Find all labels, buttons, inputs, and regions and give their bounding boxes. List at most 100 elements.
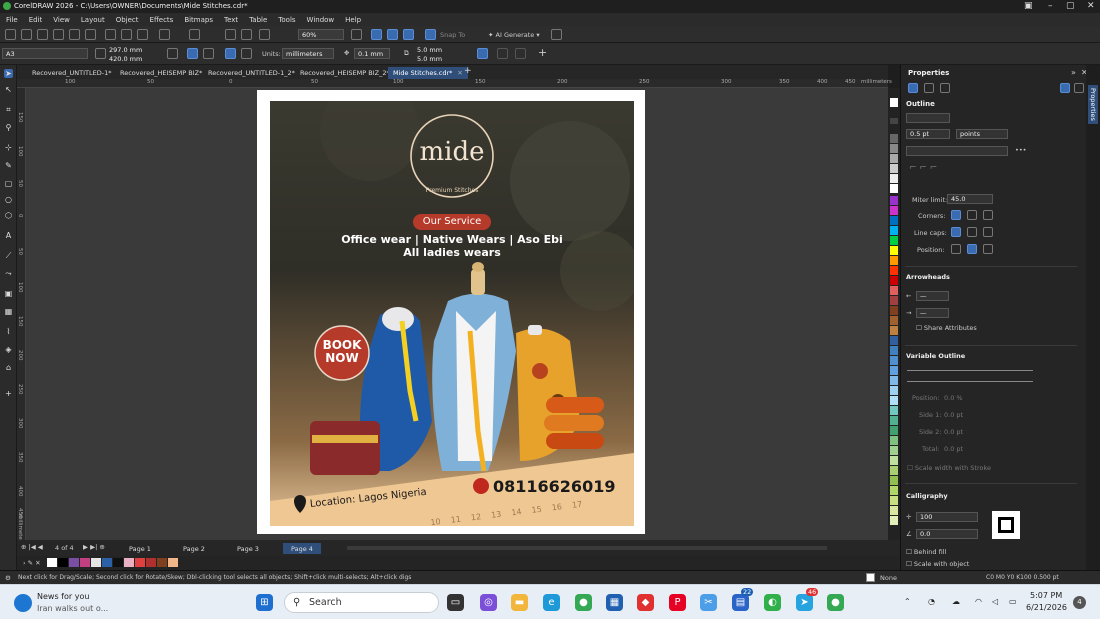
snap-to-dropdown[interactable]: Snap To [440,31,465,39]
add-icon[interactable]: + [538,46,547,59]
eyedropper-tool-icon[interactable]: ⌇ [4,327,13,336]
doc-palette-swatch[interactable] [124,558,134,567]
landscape-icon[interactable] [225,48,236,59]
properties-docker-tab[interactable]: Properties [1088,85,1098,124]
show-grid-icon[interactable] [387,29,398,40]
doc-palette-swatch[interactable] [91,558,101,567]
units-dropdown[interactable]: millimeters [282,48,334,59]
drawing-canvas[interactable]: mide Premium Stitches Our Service Office… [26,88,888,540]
miter-limit-field[interactable]: 45.0 [947,194,993,204]
page-layout-icon[interactable] [241,48,252,59]
connector-tool-icon[interactable]: ⤳ [4,269,13,278]
publish-pdf-icon[interactable] [259,29,270,40]
swatch[interactable] [890,336,898,345]
swatch[interactable] [890,406,898,415]
start-button-icon[interactable]: ⊞ [256,594,273,611]
doc-palette-swatch[interactable] [102,558,112,567]
page-tab-2[interactable]: Page 2 [175,543,213,554]
swatch-white[interactable] [890,98,898,107]
chrome-profile-icon[interactable]: ● [827,594,844,611]
news-widget-icon[interactable] [14,594,32,612]
rectangle-tool-icon[interactable]: ▢ [4,179,13,188]
close-button[interactable]: ✕ [1087,1,1095,11]
clock-time[interactable]: 5:07 PM [1030,591,1062,600]
full-screen-icon[interactable] [351,29,362,40]
taskbar-search[interactable]: Search [284,592,439,613]
tray-app-icon[interactable]: ◔ [928,597,935,606]
all-pages-icon[interactable] [187,48,198,59]
bevel-corner-icon[interactable] [983,210,993,220]
menu-table[interactable]: Table [249,16,267,24]
swatch[interactable] [890,476,898,485]
settings-icon[interactable]: ⚙ [5,574,11,582]
ellipse-tool-icon[interactable]: ○ [4,195,13,204]
transparency-icon[interactable] [940,83,950,93]
copy-icon[interactable] [121,29,132,40]
export-icon[interactable] [241,29,252,40]
polygon-tool-icon[interactable]: ⬡ [4,211,13,220]
page-nav-next[interactable]: ▶ ▶| ⊕ [83,543,105,551]
doc-palette-swatch[interactable] [146,558,156,567]
duplicate-y-field[interactable]: 5.0 mm [414,54,452,63]
swatch[interactable] [890,506,898,515]
paste-icon[interactable] [137,29,148,40]
fill-icon[interactable] [924,83,934,93]
vertical-ruler[interactable]: 150 100 50 0 50 100 150 200 250 300 350 … [17,88,26,545]
show-rulers-icon[interactable] [371,29,382,40]
telegram-icon[interactable]: ➤ [796,594,813,611]
swatch[interactable] [890,346,898,355]
outline-pen-icon[interactable] [908,83,918,93]
treat-as-filled-icon[interactable] [477,48,488,59]
new-tab-button[interactable]: + [460,66,476,78]
ai-generate-button[interactable]: ✦ AI Generate ▾ [488,31,540,39]
swatch[interactable] [890,174,898,183]
swatch[interactable] [890,446,898,455]
redo-icon[interactable] [189,29,200,40]
current-page-icon[interactable] [203,48,214,59]
menu-file[interactable]: File [6,16,18,24]
swatch[interactable] [890,246,898,255]
parallel-dimension-tool-icon[interactable]: ⟋ [4,251,13,260]
show-guidelines-icon[interactable] [403,29,414,40]
pan-tool-icon[interactable]: ⊹ [4,143,13,152]
page-tab-1[interactable]: Page 1 [121,543,159,554]
horizontal-scrollbar[interactable] [347,546,827,550]
swatch[interactable] [890,236,898,245]
swatch[interactable] [890,306,898,315]
swatch[interactable] [890,296,898,305]
line-style-dropdown[interactable] [906,146,1008,156]
shape-tool-icon[interactable]: ↖ [4,85,13,94]
horizontal-ruler[interactable]: 100 50 0 50 100 150 200 250 300 350 400 … [17,79,892,88]
menu-text[interactable]: Text [224,16,238,24]
snap-icon[interactable] [425,29,436,40]
swatch[interactable] [890,118,898,124]
options-gear-icon[interactable] [551,29,562,40]
page-height-field[interactable]: 420.0 mm [106,54,154,63]
doc-palette-swatch[interactable] [47,558,57,567]
outline-unit-dropdown[interactable]: points [956,129,1008,139]
tab-recovered-heisemp-biz[interactable]: Recovered_HEISEMP BIZ* [115,67,207,79]
square-cap-icon[interactable] [983,227,993,237]
swatch[interactable] [890,276,898,285]
swatch[interactable] [890,144,898,153]
tab-recovered-untitled-1-2[interactable]: Recovered_UNTITLED-1_2* [203,67,300,79]
swatch[interactable] [890,416,898,425]
scale-width-checkbox[interactable]: ☐ Scale width with Stroke [907,464,991,472]
battery-icon[interactable]: ▭ [1009,597,1017,606]
edge-icon[interactable]: e [543,594,560,611]
swatch[interactable] [890,356,898,365]
swatch[interactable] [890,516,898,525]
behind-fill-checkbox[interactable]: ☐ Behind fill [906,548,946,556]
open-icon[interactable] [21,29,32,40]
news-subtitle[interactable]: Iran walks out o... [37,604,108,613]
cut-icon[interactable] [105,29,116,40]
news-title[interactable]: News for you [37,592,89,601]
nib-width-field[interactable]: 100 [916,512,978,522]
swatch[interactable] [890,486,898,495]
swatch[interactable] [890,366,898,375]
swatch[interactable] [890,134,898,143]
page-width-field[interactable]: 297.0 mm [106,45,154,54]
pinterest-icon[interactable]: P [669,594,686,611]
swatch[interactable] [890,386,898,395]
chrome-icon[interactable]: ● [575,594,592,611]
